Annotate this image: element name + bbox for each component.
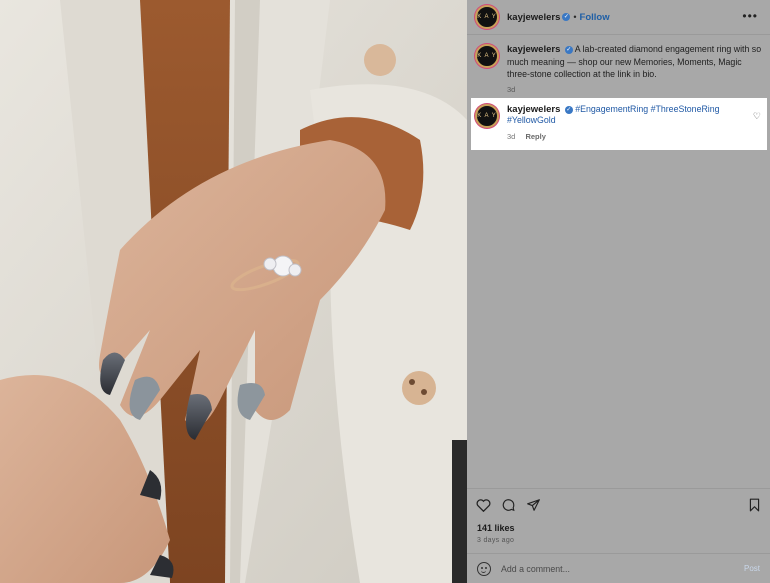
emoji-icon[interactable] <box>477 562 491 576</box>
hashtag-link[interactable]: #ThreeStoneRing <box>651 104 720 114</box>
header-avatar[interactable]: K A Y <box>475 5 499 29</box>
comment-like-heart-icon[interactable]: ♡ <box>753 111 761 122</box>
share-icon[interactable] <box>526 498 541 517</box>
comment-body: kayjewelers ✓ #EngagementRing #ThreeSton… <box>507 104 745 142</box>
bookmark-icon[interactable] <box>748 498 761 517</box>
more-icon[interactable]: ••• <box>742 9 758 23</box>
hashtag-link[interactable]: #EngagementRing <box>575 104 648 114</box>
button-decor <box>364 44 396 76</box>
post-actions: 141 likes 3 days ago Post <box>467 488 770 583</box>
add-comment-row: Post <box>467 553 770 583</box>
comment: K A Y kayjewelers ✓ #EngagementRing #Thr… <box>475 104 745 142</box>
separator-dot: • <box>573 12 577 22</box>
post-image[interactable] <box>0 0 467 583</box>
comment-age[interactable]: 3d <box>507 132 515 141</box>
action-icons <box>476 498 541 517</box>
highlighted-comment: K A Y kayjewelers ✓ #EngagementRing #Thr… <box>471 98 767 150</box>
comment-meta: 3d Reply <box>507 131 745 142</box>
caption-age[interactable]: 3d <box>507 84 765 96</box>
verified-icon: ✓ <box>564 105 573 114</box>
verified-icon: ✓ <box>564 45 573 54</box>
comment-input[interactable] <box>501 564 721 574</box>
caption-body: kayjewelers ✓ A lab-created diamond enga… <box>507 43 765 96</box>
post-button[interactable]: Post <box>744 564 760 573</box>
ring-photo <box>0 0 467 583</box>
comment-username[interactable]: kayjewelers <box>507 104 560 115</box>
post-header: K A Y kayjewelers ✓ • Follow ••• <box>467 0 770 35</box>
header-username[interactable]: kayjewelers <box>507 12 560 23</box>
heart-icon[interactable] <box>476 498 491 517</box>
caption-avatar[interactable]: K A Y <box>475 44 499 68</box>
caption-username[interactable]: kayjewelers <box>507 44 560 55</box>
hashtag-link[interactable]: #YellowGold <box>507 115 556 125</box>
post-sidebar: K A Y kayjewelers ✓ • Follow ••• K A Y k… <box>467 0 770 583</box>
comment-icon[interactable] <box>501 498 516 517</box>
post-date: 3 days ago <box>477 537 515 544</box>
caption: K A Y kayjewelers ✓ A lab-created diamon… <box>475 43 765 96</box>
follow-button[interactable]: Follow <box>580 12 610 23</box>
verified-icon: ✓ <box>562 13 571 21</box>
likes-count[interactable]: 141 likes <box>477 523 515 533</box>
comment-avatar[interactable]: K A Y <box>475 104 499 128</box>
reply-button[interactable]: Reply <box>525 132 545 141</box>
